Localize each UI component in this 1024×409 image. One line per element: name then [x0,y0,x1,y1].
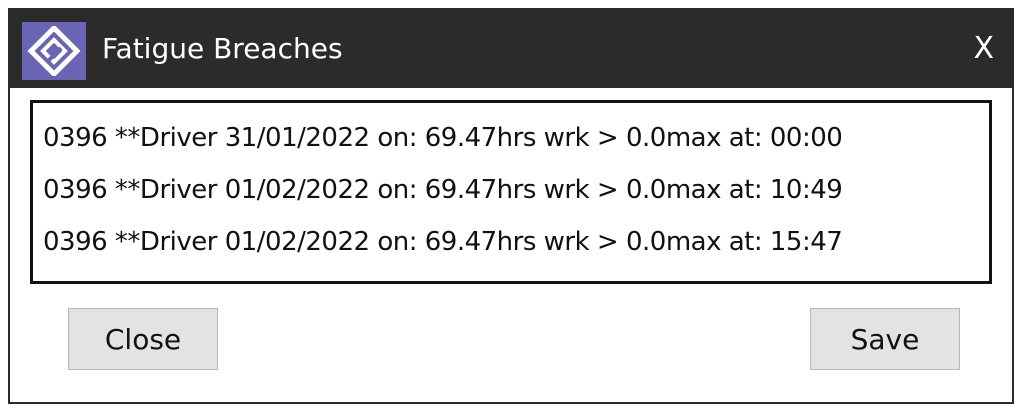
window-title: Fatigue Breaches [102,32,343,65]
list-item[interactable]: 0396 **Driver 01/02/2022 on: 69.47hrs wr… [43,223,989,275]
close-window-button[interactable]: X [973,10,994,88]
breaches-list[interactable]: 0396 **Driver 31/01/2022 on: 69.47hrs wr… [30,100,992,284]
close-button[interactable]: Close [68,308,218,370]
fatigue-breaches-dialog: Fatigue Breaches X 0396 **Driver 31/01/2… [8,8,1014,404]
save-button[interactable]: Save [810,308,960,370]
list-item[interactable]: 0396 **Driver 01/02/2022 on: 69.47hrs wr… [43,171,989,223]
list-item[interactable]: 0396 **Driver 31/01/2022 on: 69.47hrs wr… [43,119,989,171]
title-bar: Fatigue Breaches X [10,10,1012,88]
app-logo-icon [22,22,86,80]
